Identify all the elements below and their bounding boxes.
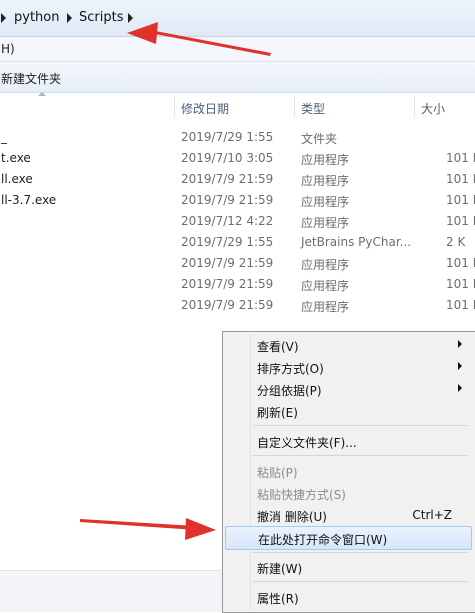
annotation-arrow-menu: [80, 518, 216, 540]
annotation-arrows: [80, 22, 271, 540]
annotation-arrow-address: [127, 22, 271, 56]
